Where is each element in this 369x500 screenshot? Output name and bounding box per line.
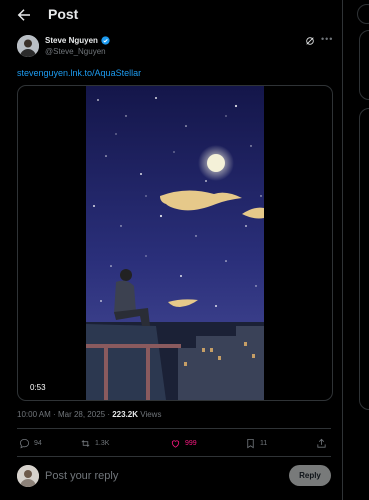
search-icon[interactable]	[357, 4, 369, 24]
share-action[interactable]	[316, 436, 327, 450]
meta-separator: ·	[107, 410, 110, 419]
divider	[17, 456, 331, 457]
grok-icon[interactable]	[305, 36, 315, 46]
avatar-photo	[17, 465, 39, 487]
more-options-icon[interactable]: •••	[321, 34, 333, 44]
arrow-left-icon[interactable]	[15, 6, 33, 24]
verified-badge-icon	[101, 36, 110, 45]
views-label: Views	[140, 410, 162, 419]
views-count[interactable]: 223.2K	[112, 410, 138, 419]
repost-action[interactable]: 1.3K	[80, 436, 109, 450]
divider	[17, 428, 331, 429]
author-handle[interactable]: @Steve_Nguyen	[45, 47, 106, 56]
bookmark-count: 11	[260, 439, 268, 447]
sidebar-card	[359, 30, 369, 100]
reply-button[interactable]: Reply	[289, 465, 331, 486]
avatar-photo	[17, 35, 39, 57]
right-sidebar-edge	[342, 0, 369, 500]
tweet-link[interactable]: stevenguyen.lnk.to/AquaStellar	[17, 68, 141, 78]
like-action[interactable]: 999	[170, 436, 197, 450]
video-player[interactable]: 0:53	[17, 85, 333, 401]
avatar[interactable]	[17, 35, 39, 57]
current-user-avatar[interactable]	[17, 465, 39, 487]
like-count: 999	[185, 439, 197, 447]
reply-action[interactable]: 94	[19, 436, 42, 450]
bookmark-action[interactable]: 11	[245, 436, 267, 450]
page-title: Post	[48, 6, 79, 22]
repost-icon	[81, 439, 90, 447]
heart-icon	[171, 439, 180, 448]
post-time[interactable]: 10:00 AM	[17, 410, 51, 419]
meta-separator: ·	[53, 410, 56, 419]
post-date[interactable]: Mar 28, 2025	[58, 410, 105, 419]
author-name[interactable]: Steve Nguyen	[45, 36, 98, 45]
sidebar-card	[359, 108, 369, 410]
comment-icon	[19, 438, 30, 448]
reply-input[interactable]	[45, 468, 280, 484]
share-icon	[317, 438, 326, 448]
post-metadata: 10:00 AM · Mar 28, 2025 · 223.2K Views	[17, 410, 161, 419]
bookmark-icon	[247, 438, 254, 448]
action-bar: 94 1.3K 999 11	[17, 436, 331, 450]
top-bar: Post	[0, 0, 342, 30]
video-thumbnail	[86, 86, 264, 400]
video-duration: 0:53	[30, 383, 46, 392]
reply-count: 94	[34, 439, 42, 447]
repost-count: 1.3K	[95, 439, 110, 447]
